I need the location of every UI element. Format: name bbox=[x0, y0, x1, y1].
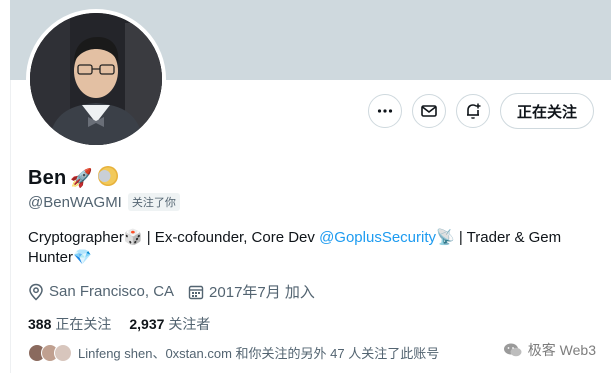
profile-bio: Cryptographer🎲 | Ex-cofounder, Core Dev … bbox=[28, 228, 588, 268]
notifications-button[interactable] bbox=[455, 94, 490, 128]
following-button[interactable]: 正在关注 bbox=[499, 93, 594, 129]
message-button[interactable] bbox=[411, 94, 446, 128]
watermark: 极客 Web3 bbox=[503, 340, 596, 360]
profile-name-row: Ben 🚀 bbox=[28, 165, 119, 192]
follow-stats: 388 正在关注 2,937 关注者 bbox=[28, 314, 228, 334]
more-button[interactable] bbox=[367, 94, 402, 128]
wechat-icon bbox=[503, 343, 522, 357]
gem-emoji: 💎 bbox=[73, 249, 92, 266]
followers-label: 关注者 bbox=[168, 316, 211, 332]
calendar-icon bbox=[188, 285, 204, 299]
location-text: San Francisco, CA bbox=[49, 283, 175, 300]
satellite-emoji: 📡 bbox=[436, 229, 455, 246]
watermark-text: 极客 Web3 bbox=[527, 342, 596, 358]
more-icon bbox=[377, 109, 393, 113]
profile-meta: San Francisco, CA 2017年7月 加入 bbox=[28, 281, 329, 302]
bio-text-2: | Ex-cofounder, Core Dev bbox=[142, 229, 320, 246]
follower-avatars bbox=[28, 343, 72, 362]
bio-mention-link[interactable]: @GoplusSecurity bbox=[319, 229, 436, 246]
followed-by-row[interactable]: Linfeng shen、0xstan.com 和你关注的另外 47 人关注了此… bbox=[28, 343, 439, 362]
profile-avatar[interactable] bbox=[26, 9, 166, 149]
profile-actions: 正在关注 bbox=[367, 93, 594, 129]
rocket-emoji: 🚀 bbox=[70, 168, 93, 188]
joined-item: 2017年7月 加入 bbox=[188, 281, 315, 302]
bell-plus-icon bbox=[466, 103, 481, 119]
following-stat[interactable]: 388 正在关注 bbox=[28, 314, 111, 334]
location-item: San Francisco, CA bbox=[28, 283, 174, 301]
following-count: 388 bbox=[28, 316, 52, 332]
profile-name: Ben bbox=[28, 167, 67, 189]
followed-by-text: Linfeng shen、0xstan.com 和你关注的另外 47 人关注了此… bbox=[78, 346, 440, 361]
follows-you-badge: 关注了你 bbox=[127, 193, 180, 211]
bio-text-1: Cryptographer bbox=[28, 229, 124, 246]
following-label: 正在关注 bbox=[55, 316, 112, 332]
mail-icon bbox=[421, 105, 437, 117]
dice-emoji: 🎲 bbox=[123, 229, 143, 246]
joined-text: 2017年7月 加入 bbox=[209, 284, 315, 301]
verified-badge-icon[interactable] bbox=[97, 165, 119, 192]
followers-count: 2,937 bbox=[129, 316, 165, 332]
location-pin-icon bbox=[29, 283, 43, 301]
handle-row: @BenWAGMI 关注了你 bbox=[28, 193, 180, 211]
followers-stat[interactable]: 2,937 关注者 bbox=[129, 314, 210, 334]
avatar bbox=[54, 343, 72, 362]
profile-handle: @BenWAGMI bbox=[28, 193, 122, 211]
